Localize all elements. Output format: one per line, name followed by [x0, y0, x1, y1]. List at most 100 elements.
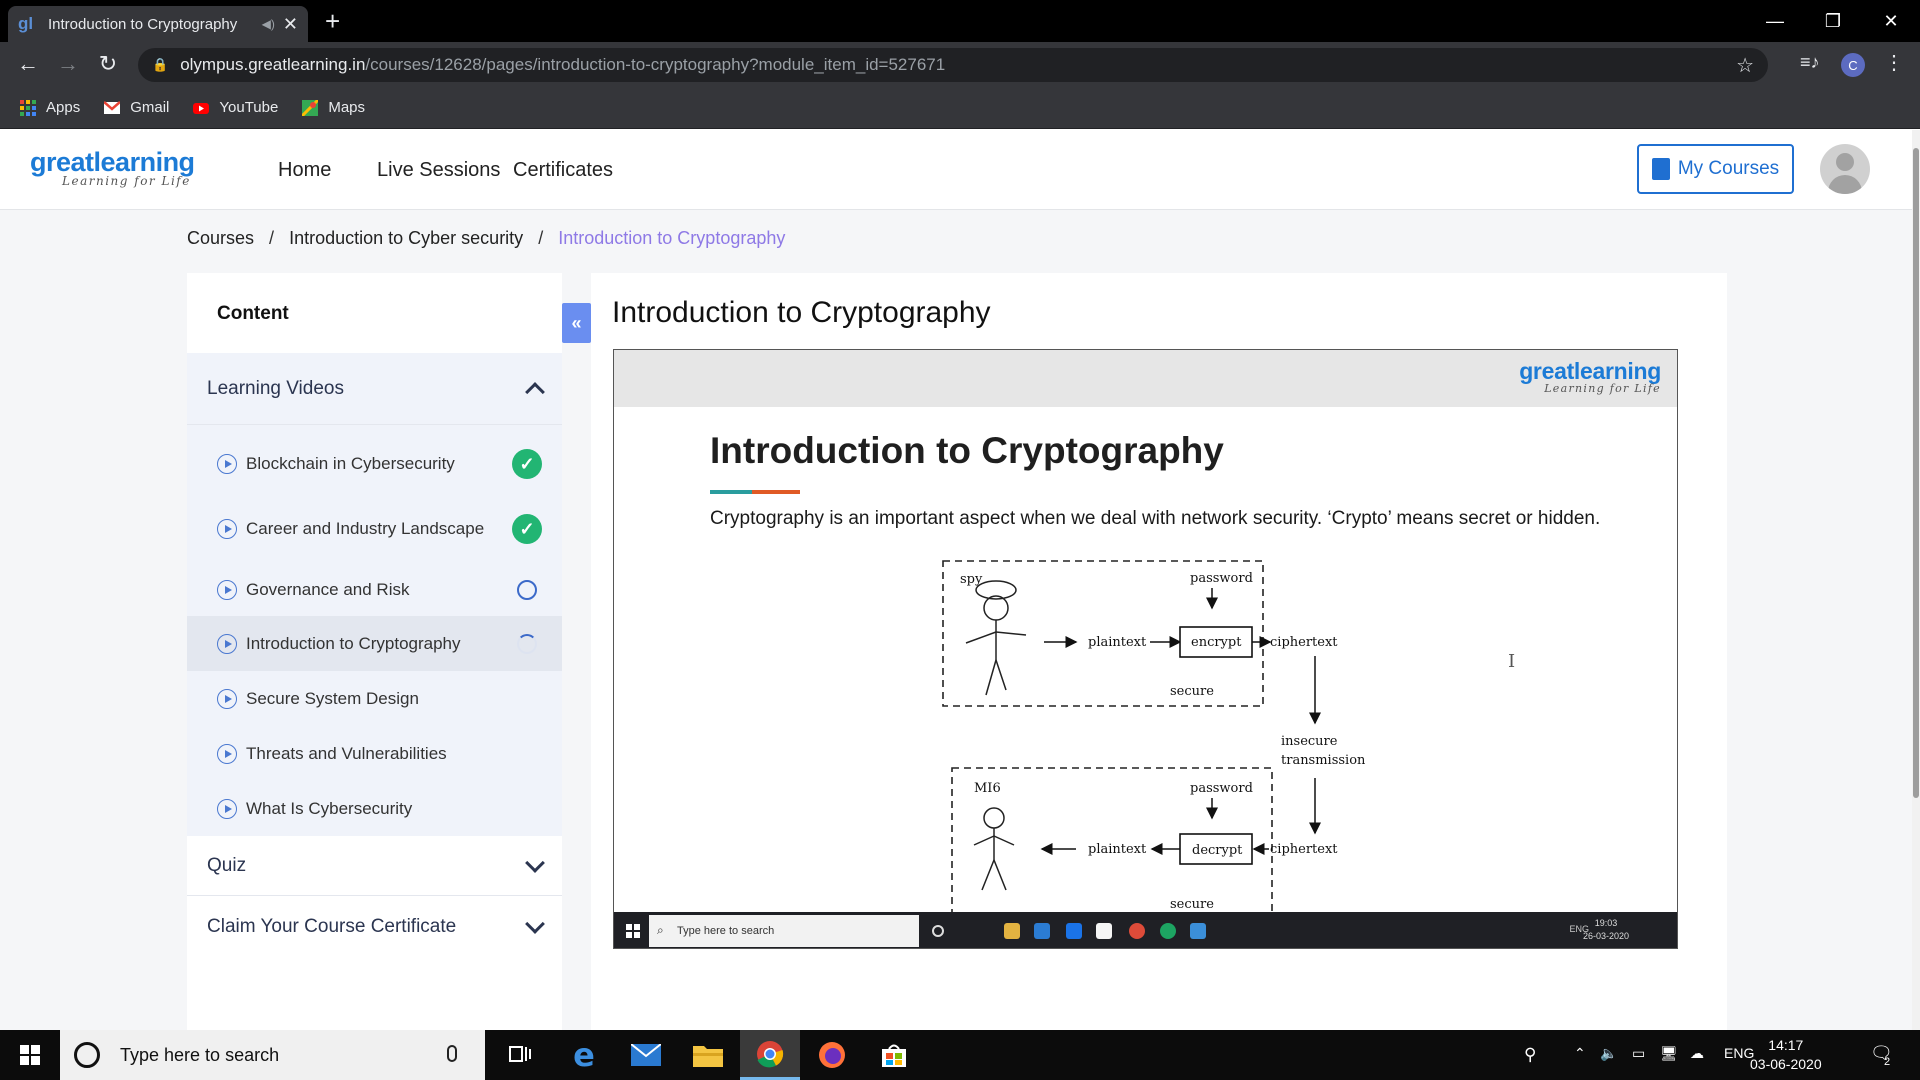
- course-content-sidebar: Content Learning Videos Blockchain in Cy…: [187, 273, 562, 1030]
- section-learning-videos[interactable]: Learning Videos: [187, 353, 562, 425]
- back-button[interactable]: ←: [14, 51, 42, 77]
- windows-logo-icon: [626, 924, 640, 938]
- address-bar[interactable]: 🔒 olympus.greatlearning.in /courses/1262…: [138, 48, 1768, 82]
- logo-tagline: Learning for Life: [62, 174, 191, 188]
- list-item-label: What Is Cybersecurity: [246, 798, 413, 818]
- list-item[interactable]: Secure System Design: [187, 671, 562, 726]
- breadcrumb: Courses / Introduction to Cyber security…: [187, 228, 785, 249]
- windows-logo-icon: [20, 1045, 40, 1065]
- video-taskbar-search-text: Type here to search: [677, 925, 775, 937]
- browser-toolbar: ← → ↻ 🔒 olympus.greatlearning.in /course…: [0, 42, 1920, 87]
- show-hidden-icons-icon[interactable]: ⌃: [1574, 1045, 1586, 1062]
- mi6-figure: [973, 807, 1015, 891]
- bookmark-gmail[interactable]: Gmail: [103, 99, 169, 116]
- task-view-icon[interactable]: [490, 1030, 550, 1080]
- section-claim-certificate[interactable]: Claim Your Course Certificate: [187, 896, 562, 958]
- section-label: Quiz: [207, 854, 247, 876]
- list-item[interactable]: Career and Industry Landscape ✓: [187, 495, 562, 563]
- browser-tab[interactable]: gl Introduction to Cryptography ◀) ✕: [8, 6, 308, 42]
- section-quiz[interactable]: Quiz: [187, 836, 562, 896]
- list-item[interactable]: What Is Cybersecurity: [187, 781, 562, 836]
- diagram-label-plaintext: plaintext: [1088, 842, 1147, 857]
- chrome-taskbar-icon[interactable]: [740, 1030, 800, 1080]
- list-item-label: Governance and Risk: [246, 579, 410, 599]
- start-button[interactable]: [0, 1030, 60, 1080]
- bookmark-youtube[interactable]: YouTube: [193, 99, 278, 116]
- learning-videos-list: Blockchain in Cybersecurity ✓ Career and…: [187, 425, 562, 836]
- greatlearning-logo[interactable]: greatlearning Learning for Life: [30, 147, 195, 188]
- onedrive-icon[interactable]: ☁: [1690, 1045, 1704, 1062]
- diagram-label-decrypt: decrypt: [1192, 843, 1243, 858]
- tab-audio-icon[interactable]: ◀): [262, 17, 275, 31]
- people-icon[interactable]: ⚲: [1524, 1045, 1536, 1065]
- list-item[interactable]: Blockchain in Cybersecurity ✓: [187, 433, 562, 495]
- diagram-label-secure: secure: [1170, 684, 1214, 699]
- collapse-sidebar-button[interactable]: «: [562, 303, 591, 343]
- my-courses-button[interactable]: My Courses: [1637, 144, 1794, 194]
- list-item[interactable]: Threats and Vulnerabilities: [187, 726, 562, 781]
- chrome-menu-icon[interactable]: ⋮: [1884, 50, 1904, 75]
- user-avatar[interactable]: [1820, 144, 1870, 194]
- bookmark-apps[interactable]: Apps: [20, 99, 80, 116]
- diagram-label-ciphertext: ciphertext: [1270, 635, 1338, 650]
- list-item-active[interactable]: Introduction to Cryptography: [187, 616, 562, 671]
- site-header: greatlearning Learning for Life Home Liv…: [0, 129, 1920, 210]
- list-item-label: Career and Industry Landscape: [246, 519, 485, 538]
- lock-icon: 🔒: [152, 57, 169, 72]
- cortana-icon: [932, 925, 944, 937]
- network-icon[interactable]: 🖥: [1660, 1045, 1678, 1062]
- profile-avatar[interactable]: C: [1841, 53, 1865, 77]
- store-icon[interactable]: [864, 1030, 924, 1080]
- list-item-label: Threats and Vulnerabilities: [246, 743, 447, 763]
- chevron-down-icon: [525, 852, 545, 873]
- battery-icon[interactable]: ▭: [1632, 1045, 1645, 1062]
- greatlearning-favicon-icon: gl: [18, 14, 34, 33]
- nav-home[interactable]: Home: [278, 159, 331, 182]
- play-circle-icon: [217, 688, 237, 709]
- tab-close-icon[interactable]: ✕: [283, 14, 298, 35]
- close-window-button[interactable]: ✕: [1862, 0, 1920, 42]
- play-circle-icon: [217, 798, 237, 819]
- taskbar-search-box[interactable]: Type here to search: [60, 1030, 485, 1080]
- edge-icon[interactable]: e: [554, 1030, 614, 1080]
- mail-icon[interactable]: [616, 1030, 676, 1080]
- volume-icon[interactable]: 🔈: [1600, 1045, 1617, 1062]
- bookmark-star-icon[interactable]: ☆: [1736, 53, 1754, 78]
- youtube-icon: [193, 100, 210, 116]
- nav-live-sessions[interactable]: Live Sessions: [377, 159, 500, 182]
- microphone-icon[interactable]: [447, 1045, 457, 1062]
- video-taskbar-time: 19:03: [1594, 918, 1618, 928]
- firefox-icon[interactable]: [802, 1030, 862, 1080]
- forward-button[interactable]: →: [54, 51, 82, 77]
- my-courses-label: My Courses: [1677, 158, 1780, 179]
- page-scrollbar-thumb[interactable]: [1913, 148, 1919, 798]
- taskbar-date: 03-06-2020: [1750, 1056, 1822, 1072]
- maps-icon: [301, 98, 320, 117]
- breadcrumb-course[interactable]: Introduction to Cyber security: [289, 228, 523, 248]
- file-explorer-icon: [1004, 923, 1020, 939]
- reload-button[interactable]: ↻: [94, 51, 122, 77]
- video-player[interactable]: greatlearning Learning for Life Introduc…: [613, 349, 1678, 949]
- taskbar-search-placeholder: Type here to search: [120, 1044, 280, 1065]
- list-item-label: Introduction to Cryptography: [246, 633, 461, 653]
- sidebar-header: Content: [217, 303, 289, 324]
- nav-certificates[interactable]: Certificates: [513, 159, 613, 182]
- taskbar-time: 14:17: [1768, 1037, 1804, 1053]
- diagram-label-spy: spy: [960, 572, 983, 587]
- new-tab-button[interactable]: +: [325, 6, 340, 36]
- breadcrumb-courses[interactable]: Courses: [187, 228, 254, 248]
- app-icon: [1190, 923, 1206, 939]
- file-explorer-icon[interactable]: [678, 1030, 738, 1080]
- restore-window-button[interactable]: ❐: [1804, 0, 1862, 42]
- bookmark-maps[interactable]: Maps: [301, 98, 365, 117]
- minimize-window-button[interactable]: —: [1746, 0, 1804, 42]
- video-taskbar-clock: 19:03 26-03-2020: [1583, 917, 1629, 943]
- spy-figure: [965, 580, 1027, 696]
- breadcrumb-separator: /: [538, 228, 544, 248]
- taskbar-clock[interactable]: 14:17 03-06-2020: [1750, 1036, 1822, 1074]
- media-control-icon[interactable]: ≡♪: [1800, 52, 1820, 73]
- breadcrumb-current: Introduction to Cryptography: [558, 228, 786, 248]
- chrome-icon: [1160, 923, 1176, 939]
- list-item-label: Secure System Design: [246, 688, 419, 708]
- list-item[interactable]: Governance and Risk: [187, 563, 562, 616]
